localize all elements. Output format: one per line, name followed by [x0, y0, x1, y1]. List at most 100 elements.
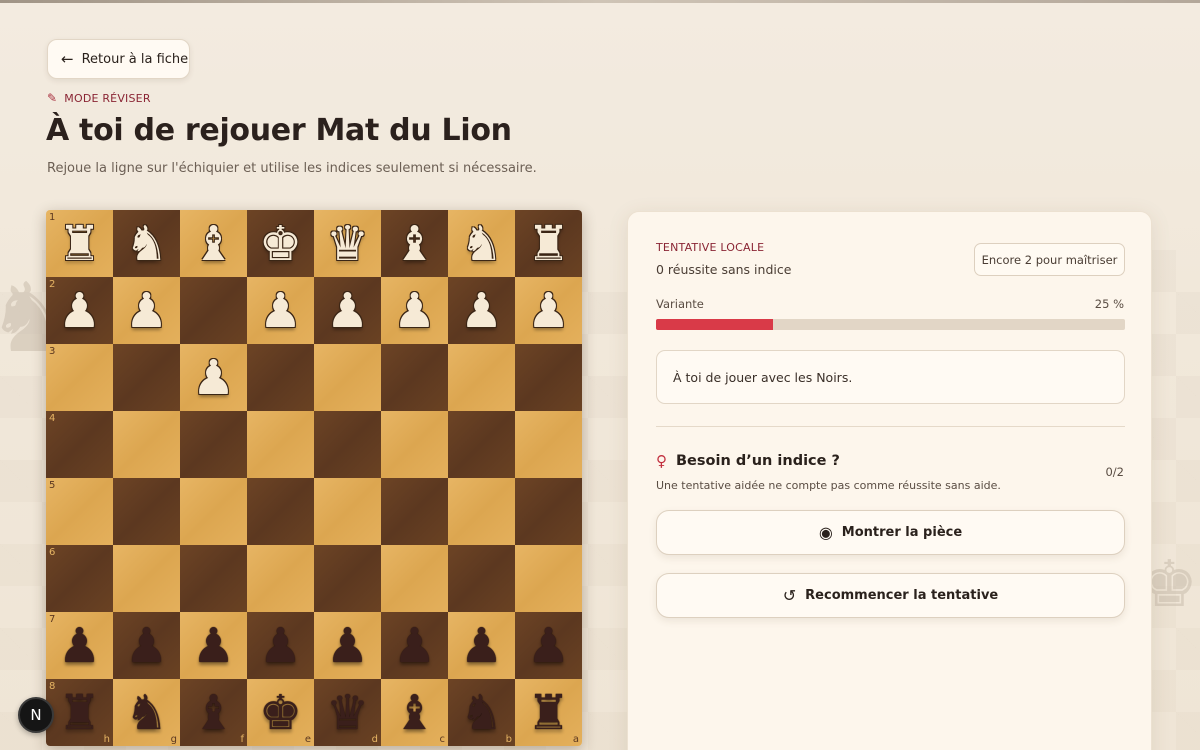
board-square-a2[interactable]: ♟ — [515, 277, 582, 344]
board-square-g5[interactable] — [113, 478, 180, 545]
board-square-f2[interactable] — [180, 277, 247, 344]
show-piece-button[interactable]: ◉ Montrer la pièce — [656, 510, 1125, 555]
black-bishop-icon[interactable]: ♝ — [393, 689, 436, 737]
back-to-sheet-button[interactable]: ← Retour à la fiche — [47, 39, 190, 79]
white-pawn-icon[interactable]: ♟ — [259, 287, 302, 335]
board-square-d1[interactable]: ♛ — [314, 210, 381, 277]
white-bishop-icon[interactable]: ♝ — [393, 220, 436, 268]
board-square-b2[interactable]: ♟ — [448, 277, 515, 344]
board-square-e8[interactable]: e ♚ — [247, 679, 314, 746]
board-square-d2[interactable]: ♟ — [314, 277, 381, 344]
black-rook-icon[interactable]: ♜ — [58, 689, 101, 737]
black-pawn-icon[interactable]: ♟ — [192, 622, 235, 670]
white-king-icon[interactable]: ♚ — [259, 220, 302, 268]
board-square-g6[interactable] — [113, 545, 180, 612]
white-rook-icon[interactable]: ♜ — [58, 220, 101, 268]
board-square-d3[interactable] — [314, 344, 381, 411]
board-square-h1[interactable]: 1 ♜ — [46, 210, 113, 277]
board-square-h3[interactable]: 3 — [46, 344, 113, 411]
board-square-g2[interactable]: ♟ — [113, 277, 180, 344]
board-square-b4[interactable] — [448, 411, 515, 478]
board-square-e4[interactable] — [247, 411, 314, 478]
board-square-d7[interactable]: ♟ — [314, 612, 381, 679]
white-rook-icon[interactable]: ♜ — [527, 220, 570, 268]
black-pawn-icon[interactable]: ♟ — [326, 622, 369, 670]
board-square-f8[interactable]: f ♝ — [180, 679, 247, 746]
white-pawn-icon[interactable]: ♟ — [326, 287, 369, 335]
n-badge[interactable]: N — [18, 697, 54, 733]
black-pawn-icon[interactable]: ♟ — [259, 622, 302, 670]
board-square-d5[interactable] — [314, 478, 381, 545]
board-square-f5[interactable] — [180, 478, 247, 545]
black-knight-icon[interactable]: ♞ — [125, 689, 168, 737]
board-square-b6[interactable] — [448, 545, 515, 612]
board-square-a1[interactable]: ♜ — [515, 210, 582, 277]
black-king-icon[interactable]: ♚ — [259, 689, 302, 737]
board-square-g8[interactable]: g ♞ — [113, 679, 180, 746]
board-square-h4[interactable]: 4 — [46, 411, 113, 478]
board-square-h8[interactable]: 8 h ♜ — [46, 679, 113, 746]
board-square-b1[interactable]: ♞ — [448, 210, 515, 277]
board-square-d4[interactable] — [314, 411, 381, 478]
black-pawn-icon[interactable]: ♟ — [527, 622, 570, 670]
restart-attempt-button[interactable]: ↺ Recommencer la tentative — [656, 573, 1125, 618]
white-pawn-icon[interactable]: ♟ — [393, 287, 436, 335]
board-square-c3[interactable] — [381, 344, 448, 411]
board-square-e6[interactable] — [247, 545, 314, 612]
board-square-b7[interactable]: ♟ — [448, 612, 515, 679]
board-square-h5[interactable]: 5 — [46, 478, 113, 545]
black-queen-icon[interactable]: ♛ — [326, 689, 369, 737]
board-square-a3[interactable] — [515, 344, 582, 411]
board-square-d6[interactable] — [314, 545, 381, 612]
board-square-a8[interactable]: a ♜ — [515, 679, 582, 746]
board-square-f4[interactable] — [180, 411, 247, 478]
board-square-c7[interactable]: ♟ — [381, 612, 448, 679]
black-pawn-icon[interactable]: ♟ — [460, 622, 503, 670]
board-square-a7[interactable]: ♟ — [515, 612, 582, 679]
board-square-c4[interactable] — [381, 411, 448, 478]
board-square-b8[interactable]: b ♞ — [448, 679, 515, 746]
board-square-c6[interactable] — [381, 545, 448, 612]
board-square-e1[interactable]: ♚ — [247, 210, 314, 277]
board-square-a6[interactable] — [515, 545, 582, 612]
black-rook-icon[interactable]: ♜ — [527, 689, 570, 737]
board-square-e3[interactable] — [247, 344, 314, 411]
board-square-f6[interactable] — [180, 545, 247, 612]
board-square-e5[interactable] — [247, 478, 314, 545]
board-square-c5[interactable] — [381, 478, 448, 545]
board-square-f3[interactable]: ♟ — [180, 344, 247, 411]
black-pawn-icon[interactable]: ♟ — [125, 622, 168, 670]
remaining-to-master-button[interactable]: Encore 2 pour maîtriser — [974, 243, 1125, 276]
white-knight-icon[interactable]: ♞ — [125, 220, 168, 268]
white-bishop-icon[interactable]: ♝ — [192, 220, 235, 268]
white-pawn-icon[interactable]: ♟ — [125, 287, 168, 335]
white-knight-icon[interactable]: ♞ — [460, 220, 503, 268]
black-bishop-icon[interactable]: ♝ — [192, 689, 235, 737]
black-pawn-icon[interactable]: ♟ — [393, 622, 436, 670]
board-square-d8[interactable]: d ♛ — [314, 679, 381, 746]
board-square-b5[interactable] — [448, 478, 515, 545]
board-square-g1[interactable]: ♞ — [113, 210, 180, 277]
board-square-g3[interactable] — [113, 344, 180, 411]
white-pawn-icon[interactable]: ♟ — [460, 287, 503, 335]
board-square-b3[interactable] — [448, 344, 515, 411]
board-square-g4[interactable] — [113, 411, 180, 478]
board-square-c2[interactable]: ♟ — [381, 277, 448, 344]
board-square-h6[interactable]: 6 — [46, 545, 113, 612]
board-square-c8[interactable]: c ♝ — [381, 679, 448, 746]
board-square-a4[interactable] — [515, 411, 582, 478]
white-queen-icon[interactable]: ♛ — [326, 220, 369, 268]
black-knight-icon[interactable]: ♞ — [460, 689, 503, 737]
board-square-g7[interactable]: ♟ — [113, 612, 180, 679]
white-pawn-icon[interactable]: ♟ — [192, 354, 235, 402]
black-pawn-icon[interactable]: ♟ — [58, 622, 101, 670]
white-pawn-icon[interactable]: ♟ — [58, 287, 101, 335]
board-square-e7[interactable]: ♟ — [247, 612, 314, 679]
board-square-a5[interactable] — [515, 478, 582, 545]
board-square-c1[interactable]: ♝ — [381, 210, 448, 277]
board-square-h2[interactable]: 2 ♟ — [46, 277, 113, 344]
chess-board[interactable]: 1 ♜ ♞ ♝ ♚ ♛ ♝ ♞ ♜ 2 ♟ ♟ ♟ ♟ ♟ ♟ ♟ 3 ♟ 4 5 6 7 ♟ ♟ ♟ ♟ ♟ ♟ ♟ ♟ 8 h ♜ g ♞ f ♝ e ♚… — [46, 210, 582, 746]
board-square-h7[interactable]: 7 ♟ — [46, 612, 113, 679]
board-square-f7[interactable]: ♟ — [180, 612, 247, 679]
white-pawn-icon[interactable]: ♟ — [527, 287, 570, 335]
